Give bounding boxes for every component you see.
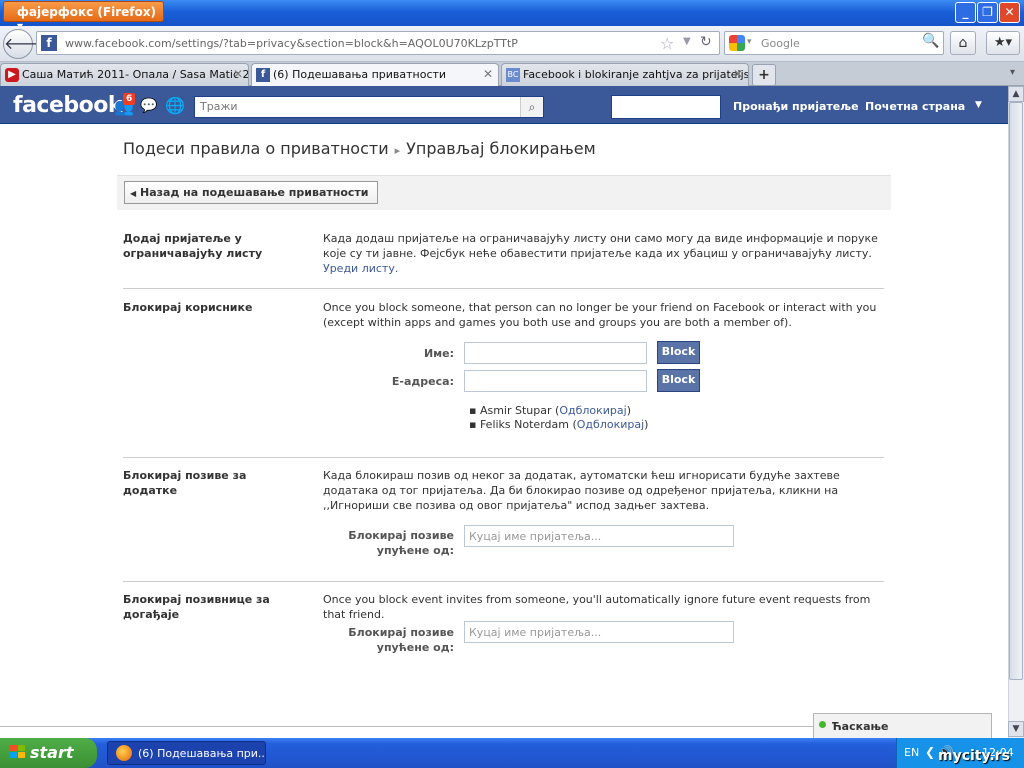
app-invites-label: Блокирај позиве за додатке <box>123 469 247 497</box>
search-placeholder[interactable]: Google <box>761 37 800 50</box>
scroll-down-button[interactable]: ▼ <box>1008 721 1024 737</box>
firefox-menu-button[interactable]: фајерфокс (Firefox) ▾ <box>3 1 164 33</box>
unblock-link[interactable]: Одблокирај <box>577 418 644 431</box>
restricted-list-text: Када додаш пријатеље на ограничавајућу л… <box>323 231 883 276</box>
reload-icon[interactable]: ↻ <box>700 34 712 50</box>
breadcrumb-root[interactable]: Подеси правила о приватности <box>123 139 389 158</box>
divider <box>123 581 884 582</box>
notification-badge[interactable]: 6 <box>123 93 136 105</box>
breadcrumb-separator: ▸ <box>394 144 401 157</box>
youtube-icon: ▶ <box>5 68 19 82</box>
close-window-button[interactable]: ✕ <box>999 2 1020 23</box>
tab-youtube[interactable]: ▶ Саша Матић 2011- Опала / Sasa Matic 2.… <box>0 63 249 86</box>
blocked-user-name: Asmir Stupar <box>479 404 552 417</box>
minimize-button[interactable]: _ <box>955 2 976 23</box>
block-users-text: Once you block someone, that person can … <box>323 301 877 329</box>
profile-name-box[interactable] <box>611 95 721 119</box>
chat-bar[interactable]: Ћаскање <box>813 713 992 738</box>
bookmark-star-icon[interactable]: ☆ <box>660 34 674 53</box>
blocked-user-name: Feliks Noterdam <box>479 418 569 431</box>
scrollbar-thumb[interactable] <box>1009 102 1023 680</box>
home-link[interactable]: Почетна страна <box>865 100 965 113</box>
search-engine-dropdown-icon[interactable]: ▾ <box>747 37 752 47</box>
tab-close-icon[interactable]: ✕ <box>233 67 243 81</box>
back-to-privacy-label: Назад на подешавање приватности <box>140 186 369 199</box>
restricted-list-description: Када додаш пријатеље на ограничавајућу л… <box>323 232 878 260</box>
tab-label: Facebook i blokiranje zahtjva za prijate… <box>523 68 749 81</box>
bookmarks-menu-icon[interactable]: ★▾ <box>986 31 1020 55</box>
chat-label: Ћаскање <box>832 720 889 733</box>
maximize-button[interactable]: ❐ <box>977 2 998 23</box>
account-menu-icon[interactable]: ▼ <box>975 100 982 110</box>
facebook-logo[interactable]: facebook <box>13 93 123 118</box>
email-field-label: Е-адреса: <box>391 375 454 388</box>
tab-label: (6) Подешавања приватности <box>273 68 447 81</box>
event-invites-friend-input[interactable]: Куцај име пријатеља... <box>464 621 734 643</box>
search-icon[interactable]: 🔍 <box>922 33 939 49</box>
divider <box>123 457 884 458</box>
app-invites-text: Када блокираш позив од неког за додатак,… <box>323 469 840 512</box>
back-button[interactable]: 🡐 <box>3 29 47 59</box>
block-by-email-button[interactable]: Block <box>657 369 700 392</box>
page-bottom-divider <box>0 726 813 727</box>
notifications-globe-icon[interactable]: 🌐 <box>165 96 185 115</box>
blocked-user-item: ▪ Feliks Noterdam (Одблокирај) <box>469 418 649 431</box>
windows-logo-icon <box>10 745 26 763</box>
home-icon[interactable]: ⌂ <box>950 31 976 55</box>
search-bar[interactable] <box>724 31 944 55</box>
google-icon[interactable] <box>729 35 745 51</box>
divider <box>123 288 884 289</box>
back-to-privacy-button[interactable]: ◀ Назад на подешавање приватности <box>124 181 378 204</box>
block-by-name-button[interactable]: Block <box>657 341 700 364</box>
tab-list-icon[interactable]: ▾ <box>1010 67 1015 78</box>
app-invites-friend-input[interactable]: Куцај име пријатеља... <box>464 525 734 547</box>
restricted-list-label: Додај пријатеље у ограничавајућу листу <box>123 232 263 260</box>
tab-close-icon[interactable]: ✕ <box>483 67 493 81</box>
watermark: mycity.rs <box>938 748 1010 764</box>
facebook-search-placeholder[interactable]: Тражи <box>200 100 238 113</box>
back-arrow-icon: ◀ <box>130 189 137 198</box>
start-label: start <box>30 743 74 762</box>
url-text[interactable]: www.facebook.com/settings/?tab=privacy&s… <box>65 37 518 50</box>
block-email-input[interactable] <box>464 370 647 392</box>
taskbar-item-label: (6) Подешавања при... <box>138 747 266 760</box>
facebook-icon: f <box>256 68 270 82</box>
breadcrumb-current: Управљај блокирањем <box>406 139 596 158</box>
language-indicator[interactable]: EN <box>904 746 919 759</box>
unblock-link[interactable]: Одблокирај <box>559 404 626 417</box>
facebook-search-button[interactable]: ⌕ <box>520 97 543 117</box>
block-name-input[interactable] <box>464 342 647 364</box>
app-invites-field-label: Блокирај позиве упућене од: <box>348 529 454 557</box>
new-tab-button[interactable]: + <box>752 64 776 86</box>
find-friends-link[interactable]: Пронађи пријатеље <box>733 100 859 113</box>
name-field-label: Име: <box>423 347 454 360</box>
site-icon: BC <box>506 68 520 82</box>
firefox-icon <box>116 745 132 761</box>
tab-privacy-settings[interactable]: f (6) Подешавања приватности ✕ <box>251 63 499 86</box>
firefox-menu-label: фајерфокс (Firefox) <box>17 5 156 19</box>
site-favicon-icon: f <box>41 35 57 51</box>
tab-close-icon[interactable]: ✕ <box>733 67 743 81</box>
tab-facebook-blocking[interactable]: BC Facebook i blokiranje zahtjva za prij… <box>501 63 749 86</box>
event-invites-label: Блокирај позивнице за догађаје <box>123 593 270 621</box>
edit-list-link[interactable]: Уреди листу. <box>323 262 398 275</box>
page-title: Подеси правила о приватности ▸ Управљај бл… <box>123 139 596 158</box>
event-invites-text: Once you block event invites from someon… <box>323 593 871 621</box>
block-users-label: Блокирај кориснике <box>123 301 253 314</box>
blocked-user-item: ▪ Asmir Stupar (Одблокирај) <box>469 404 631 417</box>
url-history-dropdown-icon[interactable]: ▼ <box>683 36 691 47</box>
tab-label: Саша Матић 2011- Опала / Sasa Matic 2... <box>22 68 249 81</box>
scroll-up-button[interactable]: ▲ <box>1008 86 1024 102</box>
event-invites-field-label: Блокирај позиве упућене од: <box>348 626 454 654</box>
chat-online-icon <box>819 721 826 728</box>
messages-icon[interactable]: 💬 <box>140 98 157 114</box>
facebook-search-input[interactable] <box>194 96 544 118</box>
